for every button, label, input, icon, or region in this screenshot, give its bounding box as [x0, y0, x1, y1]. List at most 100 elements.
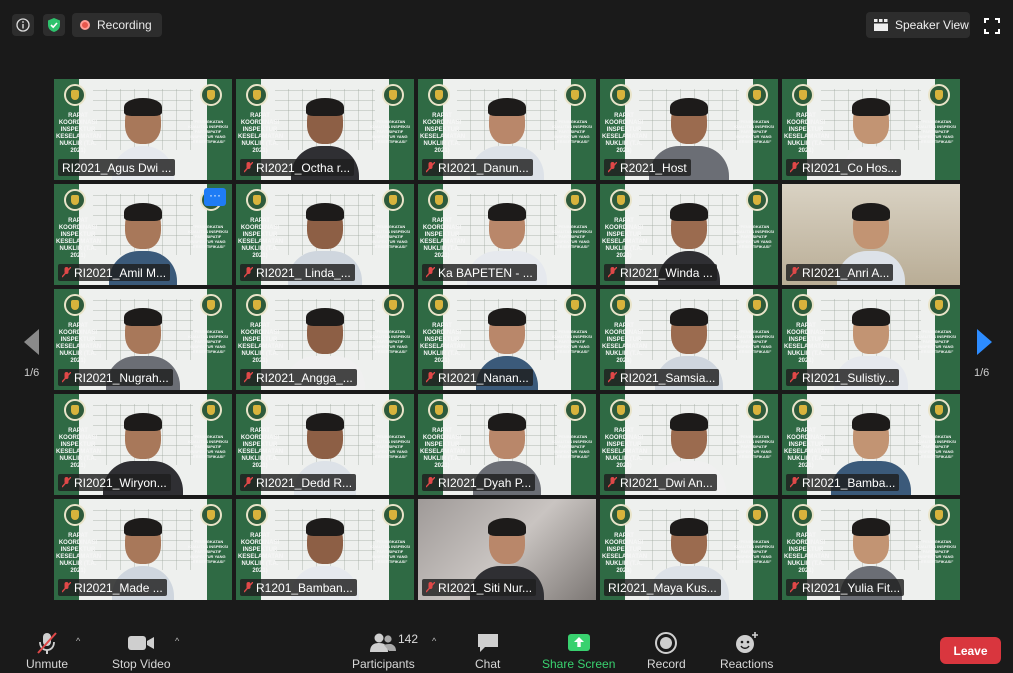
participant-name-tag: RI2021_Co Hos... — [786, 159, 902, 176]
participant-tile[interactable]: RAPAT KOORDINASI INSPEKTUR KESELAMATAN N… — [782, 79, 960, 180]
participant-name: RI2021_ Linda_... — [256, 265, 351, 280]
slide-title: RAPAT KOORDINASI INSPEKTUR KESELAMATAN N… — [784, 323, 830, 364]
participants-label: Participants — [352, 657, 415, 671]
speaker-view-button[interactable]: Speaker View — [866, 12, 970, 38]
participant-tile[interactable]: RAPAT KOORDINASI INSPEKTUR KESELAMATAN N… — [600, 79, 778, 180]
slide-title: RAPAT KOORDINASI INSPEKTUR KESELAMATAN N… — [238, 218, 284, 259]
shield-icon — [48, 18, 60, 32]
mic-muted-icon — [608, 477, 617, 488]
video-options-caret[interactable]: ^ — [175, 636, 179, 646]
unmute-button[interactable]: Unmute — [26, 630, 68, 671]
mic-muted-icon — [790, 477, 799, 488]
leave-button[interactable]: Leave — [940, 637, 1001, 664]
participant-tile[interactable]: RI2021_Siti Nur... — [418, 499, 596, 600]
video-camera-icon — [128, 636, 155, 650]
participant-tile[interactable]: RAPAT KOORDINASI INSPEKTUR KESELAMATAN N… — [236, 79, 414, 180]
record-label: Record — [647, 657, 686, 671]
participant-tile[interactable]: RAPAT KOORDINASI INSPEKTUR KESELAMATAN N… — [600, 289, 778, 390]
slide-title: RAPAT KOORDINASI INSPEKTUR KESELAMATAN N… — [784, 428, 830, 469]
recording-indicator[interactable]: Recording — [72, 13, 162, 37]
participant-tile[interactable]: RAPAT KOORDINASI INSPEKTUR KESELAMATAN N… — [236, 499, 414, 600]
garuda-emblem-icon — [64, 84, 86, 106]
slide-title: RAPAT KOORDINASI INSPEKTUR KESELAMATAN N… — [238, 113, 284, 154]
mic-muted-icon — [790, 267, 799, 278]
garuda-emblem-icon — [200, 399, 222, 421]
slide-title: RAPAT KOORDINASI INSPEKTUR KESELAMATAN N… — [602, 218, 648, 259]
slide-subtitle: "PENINGKATAN KUALITAS INSPEKSI PARTISIPA… — [916, 119, 956, 144]
reactions-icon — [735, 632, 758, 653]
recording-label: Recording — [97, 18, 152, 32]
participant-tile[interactable]: RAPAT KOORDINASI INSPEKTUR KESELAMATAN N… — [418, 394, 596, 495]
participant-tile[interactable]: RAPAT KOORDINASI INSPEKTUR KESELAMATAN N… — [54, 394, 232, 495]
participant-tile[interactable]: RAPAT KOORDINASI INSPEKTUR KESELAMATAN N… — [54, 79, 232, 180]
garuda-emblem-icon — [382, 504, 404, 526]
participant-name: RI2021_Co Hos... — [802, 160, 898, 175]
garuda-emblem-icon — [928, 84, 950, 106]
participant-name: RI2021_Dwi An... — [620, 475, 713, 490]
slide-subtitle: "PENINGKATAN KUALITAS INSPEKSI PARTISIPA… — [734, 224, 774, 249]
slide-subtitle: "PENINGKATAN KUALITAS INSPEKSI PARTISIPA… — [552, 329, 592, 354]
slide-title: RAPAT KOORDINASI INSPEKTUR KESELAMATAN N… — [238, 533, 284, 574]
slide-subtitle: "PENINGKATAN KUALITAS INSPEKSI PARTISIPA… — [188, 224, 228, 249]
participant-tile[interactable]: RAPAT KOORDINASI INSPEKTUR KESELAMATAN N… — [418, 79, 596, 180]
garuda-emblem-icon — [564, 399, 586, 421]
mic-muted-icon — [426, 162, 435, 173]
audio-options-caret[interactable]: ^ — [76, 636, 80, 646]
garuda-emblem-icon — [792, 84, 814, 106]
top-bar: Recording Speaker View — [0, 0, 1013, 52]
slide-title: RAPAT KOORDINASI INSPEKTUR KESELAMATAN N… — [602, 533, 648, 574]
record-button[interactable]: Record — [647, 630, 686, 671]
participant-tile[interactable]: RAPAT KOORDINASI INSPEKTUR KESELAMATAN N… — [54, 184, 232, 285]
participant-tile[interactable]: RAPAT KOORDINASI INSPEKTUR KESELAMATAN N… — [236, 184, 414, 285]
participant-tile[interactable]: RAPAT KOORDINASI INSPEKTUR KESELAMATAN N… — [782, 289, 960, 390]
garuda-emblem-icon — [382, 189, 404, 211]
info-button[interactable] — [12, 14, 34, 36]
participant-tile[interactable]: RI2021_Anri A... — [782, 184, 960, 285]
participant-tile[interactable]: RAPAT KOORDINASI INSPEKTUR KESELAMATAN N… — [54, 499, 232, 600]
participant-name: RI2021_Dedd R... — [256, 475, 353, 490]
participant-name: RI2021_Yulia Fit... — [802, 580, 901, 595]
participant-tile[interactable]: RAPAT KOORDINASI INSPEKTUR KESELAMATAN N… — [418, 289, 596, 390]
participant-tile[interactable]: RAPAT KOORDINASI INSPEKTUR KESELAMATAN N… — [600, 184, 778, 285]
slide-title: RAPAT KOORDINASI INSPEKTUR KESELAMATAN N… — [56, 428, 102, 469]
participant-tile[interactable]: RAPAT KOORDINASI INSPEKTUR KESELAMATAN N… — [782, 394, 960, 495]
participant-name: RI2021_Angga_... — [256, 370, 353, 385]
share-screen-icon — [567, 634, 590, 651]
mic-muted-icon — [426, 372, 435, 383]
previous-page-arrow[interactable] — [21, 327, 41, 357]
participant-name-tag: RI2021_Maya Kus... — [604, 579, 721, 596]
participant-name: RI2021_Dyah P... — [438, 475, 532, 490]
security-button[interactable] — [43, 14, 65, 36]
slide-subtitle: "PENINGKATAN KUALITAS INSPEKSI PARTISIPA… — [188, 539, 228, 564]
participant-tile[interactable]: RAPAT KOORDINASI INSPEKTUR KESELAMATAN N… — [236, 289, 414, 390]
participants-options-caret[interactable]: ^ — [432, 636, 436, 646]
mic-muted-icon — [244, 267, 253, 278]
stop-video-button[interactable]: Stop Video — [112, 630, 171, 671]
slide-title: RAPAT KOORDINASI INSPEKTUR KESELAMATAN N… — [602, 113, 648, 154]
slide-title: RAPAT KOORDINASI INSPEKTUR KESELAMATAN N… — [420, 428, 466, 469]
chat-button[interactable]: Chat — [475, 630, 500, 671]
mic-muted-icon — [244, 372, 253, 383]
participant-name-tag: RI2021_Angga_... — [240, 369, 357, 386]
participant-tile[interactable]: RAPAT KOORDINASI INSPEKTUR KESELAMATAN N… — [236, 394, 414, 495]
share-screen-label: Share Screen — [542, 657, 616, 671]
participant-tile[interactable]: RAPAT KOORDINASI INSPEKTUR KESELAMATAN N… — [54, 289, 232, 390]
reactions-label: Reactions — [720, 657, 774, 671]
fullscreen-icon[interactable] — [984, 18, 1000, 34]
share-screen-button[interactable]: Share Screen — [542, 630, 615, 671]
garuda-emblem-icon — [746, 189, 768, 211]
garuda-emblem-icon — [746, 294, 768, 316]
participant-tile[interactable]: RAPAT KOORDINASI INSPEKTUR KESELAMATAN N… — [782, 499, 960, 600]
participant-name-tag: RI2021_Sulistiy... — [786, 369, 899, 386]
participant-tile[interactable]: RAPAT KOORDINASI INSPEKTUR KESELAMATAN N… — [600, 394, 778, 495]
tile-options-button[interactable]: ··· — [204, 188, 226, 206]
participant-tile[interactable]: RAPAT KOORDINASI INSPEKTUR KESELAMATAN N… — [600, 499, 778, 600]
participant-tile[interactable]: RAPAT KOORDINASI INSPEKTUR KESELAMATAN N… — [418, 184, 596, 285]
next-page-arrow[interactable] — [975, 327, 995, 357]
chat-label: Chat — [475, 657, 501, 671]
speaker-view-label: Speaker View — [895, 18, 969, 32]
participant-name: R2021_Host — [620, 160, 687, 175]
reactions-button[interactable]: Reactions — [720, 630, 773, 671]
participant-name-tag: RI2021_Made ... — [58, 579, 167, 596]
unmute-label: Unmute — [26, 657, 69, 671]
